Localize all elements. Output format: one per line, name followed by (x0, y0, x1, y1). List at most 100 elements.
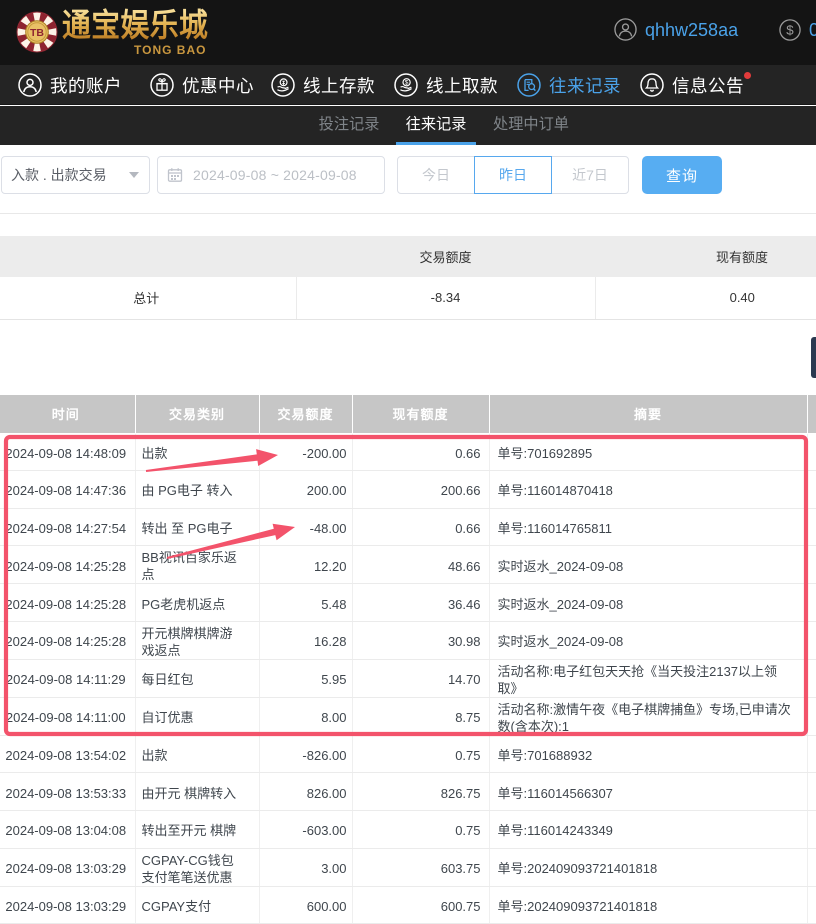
tab-transaction-records[interactable]: 往来记录 (392, 106, 480, 145)
nav-label: 线上取款 (426, 73, 498, 98)
cell-type: PG老虎机返点 (135, 584, 259, 622)
summary-header-transaction-amount: 交易额度 (296, 236, 595, 277)
transaction-type-select[interactable]: 入款 . 出款交易 (1, 156, 150, 194)
cell-summary: 单号:116014566307 (489, 773, 807, 811)
summary-current-balance: 0.40 (595, 277, 816, 319)
calendar-icon (167, 167, 183, 183)
summary-transaction-amount: -8.34 (296, 277, 595, 319)
query-button[interactable]: 查询 (642, 156, 722, 194)
yesterday-button[interactable]: 昨日 (474, 156, 552, 194)
nav-item-deposit[interactable]: 线上存款 (271, 65, 375, 105)
cell-extra (807, 659, 816, 697)
cell-amount: 826.00 (259, 773, 352, 811)
nav-item-records[interactable]: 往来记录 (517, 65, 621, 105)
nav-item-promotions[interactable]: 优惠中心 (150, 65, 254, 105)
cell-type: CGPAY支付 (135, 886, 259, 924)
summary-header-current-balance: 现有额度 (595, 236, 816, 277)
balance-value: 0 (809, 20, 816, 41)
tab-betting-records[interactable]: 投注记录 (305, 106, 393, 145)
cell-time: 2024-09-08 13:53:33 (0, 773, 135, 811)
cell-type: 出款 (135, 735, 259, 773)
table-row: 2024-09-08 13:03:29CGPAY-CG钱包 支付笔笔送优惠3.0… (0, 848, 816, 886)
deposit-icon (271, 73, 295, 97)
cell-balance: 0.75 (352, 810, 489, 848)
cell-time: 2024-09-08 14:25:28 (0, 621, 135, 659)
cell-amount: 600.00 (259, 886, 352, 924)
cell-extra (807, 773, 816, 811)
cell-time: 2024-09-08 13:03:29 (0, 848, 135, 886)
col-header-extra (807, 395, 816, 433)
user-avatar-icon (614, 18, 637, 41)
table-row: 2024-09-08 13:04:08转出至开元 棋牌-603.000.75单号… (0, 810, 816, 848)
cell-balance: 0.66 (352, 433, 489, 471)
gift-icon (150, 73, 174, 97)
cell-summary: 实时返水_2024-09-08 (489, 546, 807, 584)
filter-bar: 入款 . 出款交易 2024-09-08 ~ 2024-09-08 今日 昨日 … (0, 145, 816, 214)
cell-balance: 603.75 (352, 848, 489, 886)
cell-summary: 实时返水_2024-09-08 (489, 584, 807, 622)
transactions-table: 时间 交易类别 交易额度 现有额度 摘要 2024-09-08 14:48:09… (0, 395, 816, 924)
cell-time: 2024-09-08 14:27:54 (0, 508, 135, 546)
cell-extra (807, 433, 816, 471)
cell-type: BB视讯百家乐返 点 (135, 546, 259, 584)
col-header-time: 时间 (0, 395, 135, 433)
cell-time: 2024-09-08 14:48:09 (0, 433, 135, 471)
topbar-right: qhhw258aa $ 0 (0, 0, 816, 65)
cell-type: 由开元 棋牌转入 (135, 773, 259, 811)
cell-amount: -200.00 (259, 433, 352, 471)
table-row: 2024-09-08 14:48:09出款-200.000.66单号:70169… (0, 433, 816, 471)
cell-time: 2024-09-08 13:04:08 (0, 810, 135, 848)
cell-summary: 单号:116014765811 (489, 508, 807, 546)
bell-icon (640, 73, 664, 97)
cell-summary: 单号:116014870418 (489, 471, 807, 509)
table-row: 2024-09-08 14:47:36由 PG电子 转入200.00200.66… (0, 471, 816, 509)
notification-dot (744, 72, 751, 79)
cell-extra (807, 508, 816, 546)
table-row: 2024-09-08 14:25:28PG老虎机返点5.4836.46实时返水_… (0, 584, 816, 622)
cell-balance: 14.70 (352, 659, 489, 697)
tab-pending-orders[interactable]: 处理中订单 (480, 106, 582, 145)
summary-table: 交易额度 现有额度 总计 -8.34 0.40 (0, 236, 816, 320)
record-subtabs: 投注记录 往来记录 处理中订单 (0, 106, 816, 145)
summary-header-empty (0, 236, 296, 277)
svg-text:$: $ (786, 23, 794, 38)
cell-time: 2024-09-08 14:11:29 (0, 659, 135, 697)
cell-summary: 单号:202409093721401818 (489, 886, 807, 924)
cell-balance: 48.66 (352, 546, 489, 584)
cell-amount: -48.00 (259, 508, 352, 546)
cell-extra (807, 810, 816, 848)
cell-amount: 16.28 (259, 621, 352, 659)
today-button[interactable]: 今日 (397, 156, 475, 194)
cell-type: 自订优惠 (135, 697, 259, 735)
side-widget[interactable] (811, 337, 816, 378)
table-row: 2024-09-08 13:03:29CGPAY支付600.00600.75单号… (0, 886, 816, 924)
cell-amount: 200.00 (259, 471, 352, 509)
cell-summary: 单号:116014243349 (489, 810, 807, 848)
username[interactable]: qhhw258aa (645, 20, 738, 41)
nav-item-announcements[interactable]: 信息公告 (640, 65, 744, 105)
nav-item-withdraw[interactable]: $ 线上取款 (394, 65, 498, 105)
user-icon (18, 73, 42, 97)
cell-type: 转出至开元 棋牌 (135, 810, 259, 848)
records-icon (517, 73, 541, 97)
account-menu[interactable] (614, 18, 637, 41)
cell-extra (807, 621, 816, 659)
cell-amount: -603.00 (259, 810, 352, 848)
last7days-button[interactable]: 近7日 (551, 156, 629, 194)
cell-summary: 实时返水_2024-09-08 (489, 621, 807, 659)
nav-item-my-account[interactable]: 我的账户 (18, 65, 122, 105)
balance-menu[interactable]: $ (779, 19, 801, 46)
table-row: 2024-09-08 14:27:54转出 至 PG电子-48.000.66单号… (0, 508, 816, 546)
date-range-input[interactable]: 2024-09-08 ~ 2024-09-08 (157, 156, 385, 194)
cell-balance: 36.46 (352, 584, 489, 622)
cell-summary: 活动名称:激情午夜《电子棋牌捕鱼》专场,已申请次 数(含本次):1 (489, 697, 807, 735)
cell-balance: 826.75 (352, 773, 489, 811)
cell-type: 开元棋牌棋牌游 戏返点 (135, 621, 259, 659)
date-range-value: 2024-09-08 ~ 2024-09-08 (193, 167, 357, 183)
cell-amount: 12.20 (259, 546, 352, 584)
col-header-amount: 交易额度 (259, 395, 352, 433)
cell-summary: 活动名称:电子红包天天抢《当天投注2137以上领 取》 (489, 659, 807, 697)
cell-time: 2024-09-08 14:47:36 (0, 471, 135, 509)
withdraw-icon: $ (394, 73, 418, 97)
cell-type: 由 PG电子 转入 (135, 471, 259, 509)
